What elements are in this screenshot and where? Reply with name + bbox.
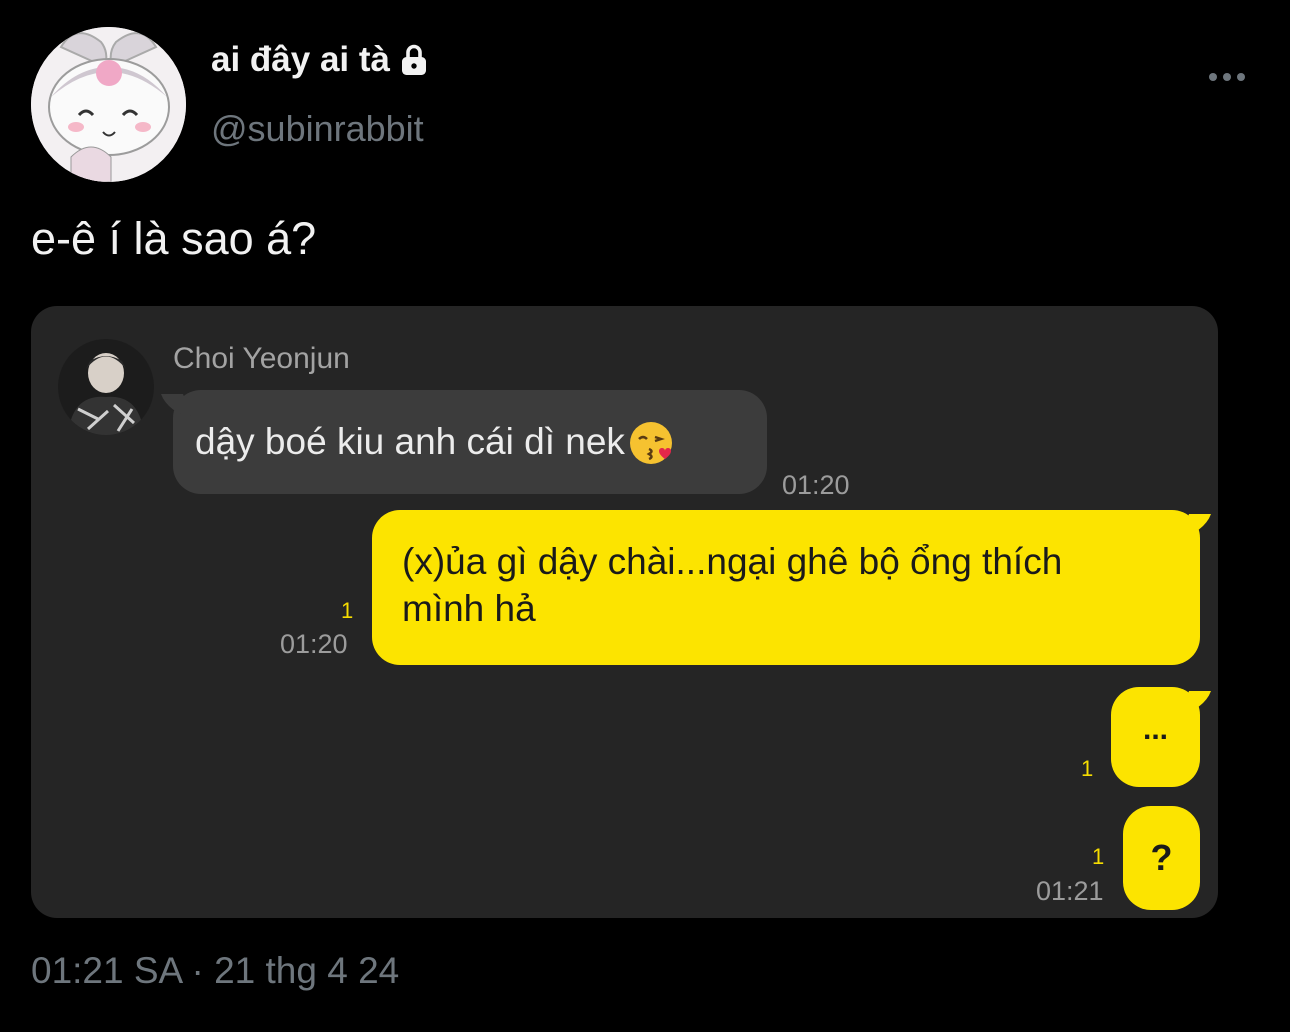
display-name[interactable]: ai đây ai tà	[211, 40, 432, 80]
attached-screenshot[interactable]: Choi Yeonjun dậy boé kiu anh cái dì nek …	[31, 306, 1218, 918]
incoming-time: 01:20	[782, 470, 850, 500]
profile-avatar[interactable]	[31, 27, 186, 182]
unread-count: 1	[1081, 756, 1094, 781]
tweet-timestamp[interactable]: 01:21 SA · 21 thg 4 24	[31, 950, 399, 992]
incoming-message-text: dậy boé kiu anh cái dì nek	[195, 421, 625, 462]
unread-count: 1	[1092, 844, 1105, 869]
outgoing-time: 01:20	[280, 629, 348, 659]
tweet-text: e-ê í là sao á?	[31, 213, 317, 264]
outgoing-message-bubble: (x)ủa gì dậy chài...ngại ghê bộ ổng thíc…	[372, 510, 1200, 665]
outgoing-message-line: (x)ủa gì dậy chài...ngại ghê bộ ổng thíc…	[402, 541, 1063, 582]
outgoing-message-line: mình hả	[402, 588, 536, 629]
more-options-icon[interactable]	[1205, 60, 1249, 94]
lock-icon	[401, 44, 426, 75]
kissing-face-emoji	[629, 422, 672, 464]
unread-count: 1	[341, 598, 354, 623]
outgoing-time: 01:21	[1036, 876, 1104, 906]
display-name-text: ai đây ai tà	[211, 40, 390, 79]
sender-avatar	[58, 339, 154, 435]
outgoing-message-text: ?	[1150, 837, 1173, 878]
user-handle[interactable]: @subinrabbit	[211, 108, 424, 150]
outgoing-message-bubble: ...	[1111, 687, 1200, 787]
outgoing-message-text: ...	[1142, 713, 1168, 746]
incoming-message-bubble: dậy boé kiu anh cái dì nek	[173, 390, 767, 494]
outgoing-message-bubble: ?	[1123, 806, 1200, 910]
sender-name: Choi Yeonjun	[173, 342, 350, 375]
